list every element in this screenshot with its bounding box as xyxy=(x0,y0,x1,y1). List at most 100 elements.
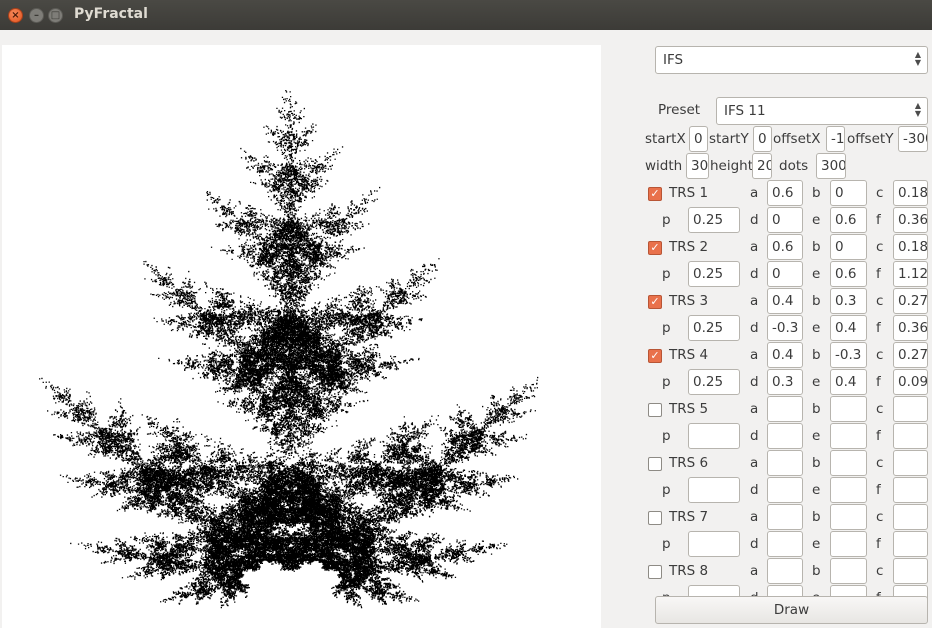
coef-p-field[interactable]: 0.25 xyxy=(688,369,740,395)
coef-c-field[interactable] xyxy=(893,396,928,422)
preset-select[interactable]: IFS 11 ▲ ▼ xyxy=(716,97,928,125)
coef-b-field[interactable] xyxy=(830,558,867,584)
offsetx-label: offsetX xyxy=(773,126,820,152)
starty-label: startY xyxy=(709,126,749,152)
trs-label: TRS 7 xyxy=(669,504,708,530)
coef-a-field[interactable] xyxy=(767,558,803,584)
coef-p-label: p xyxy=(662,207,671,233)
coef-p-label: p xyxy=(662,423,671,449)
coef-f-field[interactable]: 1.12 xyxy=(893,261,928,287)
coef-f-field[interactable] xyxy=(893,423,928,449)
close-icon[interactable]: × xyxy=(8,8,23,23)
coef-e-label: e xyxy=(812,261,820,287)
coef-a-field[interactable] xyxy=(767,450,803,476)
height-label: height xyxy=(710,153,753,179)
coef-b-field[interactable] xyxy=(830,450,867,476)
coef-e-field[interactable]: 0.4 xyxy=(830,369,867,395)
coef-c-field[interactable] xyxy=(893,558,928,584)
coef-b-field[interactable]: -0.3 xyxy=(830,342,867,368)
trs-label: TRS 1 xyxy=(669,180,708,206)
coef-d-field[interactable]: 0 xyxy=(767,261,803,287)
trs-checkbox[interactable] xyxy=(648,511,662,525)
trs-checkbox[interactable] xyxy=(648,565,662,579)
coef-c-field[interactable]: 0.18 xyxy=(893,234,928,260)
coef-a-label: a xyxy=(750,288,758,314)
coef-p-field[interactable] xyxy=(688,531,740,557)
coef-e-field[interactable] xyxy=(830,423,867,449)
preset-value: IFS 11 xyxy=(724,103,766,119)
coef-f-field[interactable] xyxy=(893,477,928,503)
coef-b-label: b xyxy=(812,234,821,260)
minimize-icon[interactable]: – xyxy=(29,8,44,23)
coef-c-field[interactable] xyxy=(893,450,928,476)
coef-a-field[interactable]: 0.6 xyxy=(767,180,803,206)
trs-checkbox[interactable]: ✓ xyxy=(648,295,662,309)
coef-a-field[interactable]: 0.4 xyxy=(767,342,803,368)
coef-d-label: d xyxy=(750,315,759,341)
coef-f-field[interactable]: 0.09 xyxy=(893,369,928,395)
coef-d-field[interactable] xyxy=(767,423,803,449)
trs-label: TRS 2 xyxy=(669,234,708,260)
maximize-icon[interactable]: □ xyxy=(48,8,63,23)
coef-b-field[interactable] xyxy=(830,504,867,530)
coef-a-field[interactable] xyxy=(767,396,803,422)
coef-a-field[interactable]: 0.6 xyxy=(767,234,803,260)
dots-field[interactable]: 300 xyxy=(816,153,846,179)
coef-f-field[interactable] xyxy=(893,531,928,557)
coef-d-label: d xyxy=(750,261,759,287)
width-field[interactable]: 30 xyxy=(686,153,709,179)
coef-f-field[interactable]: 0.36 xyxy=(893,315,928,341)
trs-checkbox[interactable]: ✓ xyxy=(648,241,662,255)
offsetx-field[interactable]: -1 xyxy=(826,126,845,152)
coef-p-field[interactable]: 0.25 xyxy=(688,261,740,287)
coef-b-field[interactable]: 0 xyxy=(830,234,867,260)
coef-p-field[interactable] xyxy=(688,477,740,503)
coef-p-field[interactable]: 0.25 xyxy=(688,207,740,233)
coef-c-field[interactable]: 0.27 xyxy=(893,342,928,368)
coef-d-field[interactable] xyxy=(767,477,803,503)
startx-field[interactable]: 0 xyxy=(689,126,708,152)
coef-e-field[interactable] xyxy=(830,531,867,557)
coef-a-label: a xyxy=(750,396,758,422)
coef-c-field[interactable] xyxy=(893,504,928,530)
coef-b-label: b xyxy=(812,558,821,584)
starty-field[interactable]: 0 xyxy=(753,126,772,152)
coef-a-field[interactable]: 0.4 xyxy=(767,288,803,314)
fractal-type-select[interactable]: IFS ▲ ▼ xyxy=(655,46,928,74)
height-field[interactable]: 20 xyxy=(752,153,772,179)
coef-b-field[interactable] xyxy=(830,396,867,422)
coef-c-field[interactable]: 0.27 xyxy=(893,288,928,314)
coef-e-field[interactable]: 0.4 xyxy=(830,315,867,341)
coef-c-label: c xyxy=(876,342,883,368)
checkmark-icon: ✓ xyxy=(650,241,659,254)
coef-b-field[interactable]: 0.3 xyxy=(830,288,867,314)
offsety-field[interactable]: -300 xyxy=(898,126,928,152)
coef-p-label: p xyxy=(662,531,671,557)
trs-checkbox[interactable] xyxy=(648,457,662,471)
coef-p-label: p xyxy=(662,369,671,395)
coef-a-field[interactable] xyxy=(767,504,803,530)
coef-d-field[interactable]: 0.3 xyxy=(767,369,803,395)
coef-e-field[interactable] xyxy=(830,477,867,503)
coef-f-field[interactable]: 0.36 xyxy=(893,207,928,233)
coef-b-label: b xyxy=(812,180,821,206)
coef-p-label: p xyxy=(662,261,671,287)
coef-d-label: d xyxy=(750,369,759,395)
title-bar: × – □ PyFractal xyxy=(0,0,932,30)
coef-d-field[interactable] xyxy=(767,531,803,557)
trs-checkbox[interactable]: ✓ xyxy=(648,187,662,201)
coef-e-field[interactable]: 0.6 xyxy=(830,207,867,233)
trs-label: TRS 4 xyxy=(669,342,708,368)
coef-p-field[interactable]: 0.25 xyxy=(688,315,740,341)
coef-c-field[interactable]: 0.18 xyxy=(893,180,928,206)
trs-checkbox[interactable]: ✓ xyxy=(648,349,662,363)
coef-p-field[interactable] xyxy=(688,423,740,449)
trs-checkbox[interactable] xyxy=(648,403,662,417)
coef-b-label: b xyxy=(812,504,821,530)
preset-label: Preset xyxy=(658,97,700,123)
coef-d-field[interactable]: -0.3 xyxy=(767,315,803,341)
draw-button[interactable]: Draw xyxy=(655,596,928,624)
coef-d-field[interactable]: 0 xyxy=(767,207,803,233)
coef-e-field[interactable]: 0.6 xyxy=(830,261,867,287)
coef-b-field[interactable]: 0 xyxy=(830,180,867,206)
